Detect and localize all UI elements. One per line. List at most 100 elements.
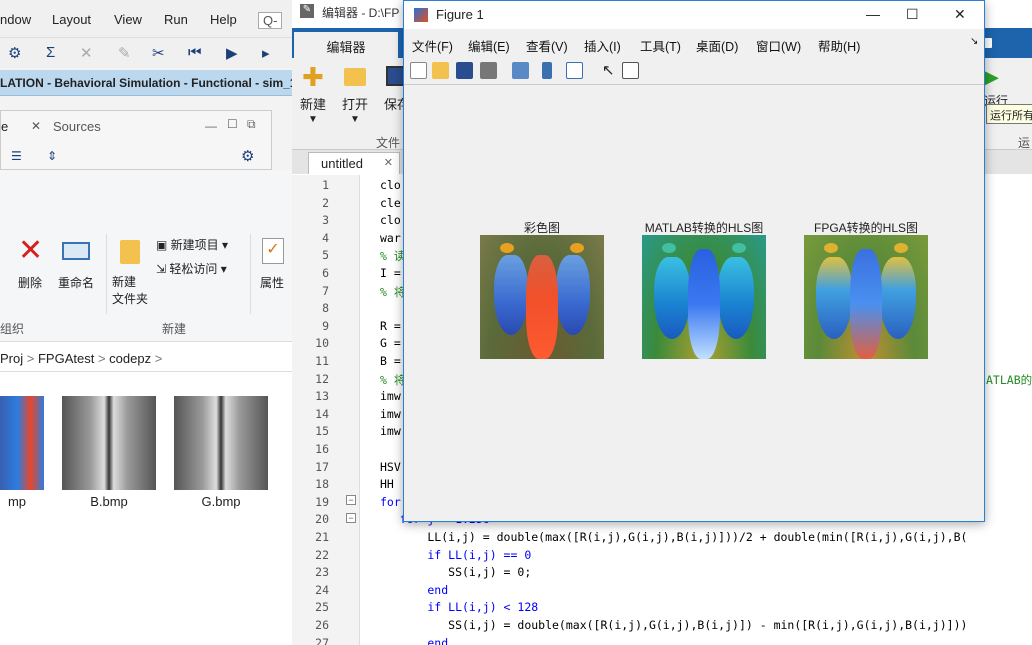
- new-icon[interactable]: ✚: [302, 64, 324, 90]
- code-line[interactable]: B =: [380, 354, 401, 368]
- minimize-icon[interactable]: —: [866, 6, 880, 22]
- code-line[interactable]: imw: [380, 389, 401, 403]
- code-line[interactable]: SS(i,j) = 0;: [372, 565, 531, 579]
- open-button[interactable]: 打开: [342, 94, 368, 113]
- properties-button[interactable]: 属性: [260, 274, 284, 291]
- rename-icon[interactable]: [62, 242, 90, 260]
- menu-tools[interactable]: 工具(T): [640, 36, 681, 55]
- tab-untitled[interactable]: untitled ✕: [308, 152, 400, 174]
- delete-button[interactable]: 删除: [18, 274, 42, 291]
- rename-button[interactable]: 重命名: [58, 274, 94, 291]
- file-thumbnail[interactable]: [174, 396, 268, 490]
- menu-window[interactable]: 窗口(W): [756, 36, 801, 55]
- properties-icon[interactable]: ✓: [262, 238, 284, 264]
- menu-help[interactable]: Help: [210, 12, 237, 27]
- new-figure-icon[interactable]: [410, 62, 427, 79]
- close-icon[interactable]: ✕: [384, 156, 393, 169]
- code-line[interactable]: cle: [380, 196, 401, 210]
- menu-desktop[interactable]: 桌面(D): [696, 36, 738, 55]
- menu-layout[interactable]: Layout: [52, 12, 91, 27]
- menu-help[interactable]: 帮助(H): [818, 36, 860, 55]
- fold-icon[interactable]: −: [346, 495, 356, 505]
- code-line[interactable]: I =: [380, 266, 401, 280]
- code-line[interactable]: HSV: [380, 460, 401, 474]
- chevron-down-icon[interactable]: ▼: [350, 114, 360, 125]
- delete-icon[interactable]: ✕: [18, 236, 43, 266]
- code-line[interactable]: LL(i,j) = double(max([R(i,j),G(i,j),B(i,…: [372, 530, 967, 544]
- code-line[interactable]: SS(i,j) = double(max([R(i,j),G(i,j),B(i,…: [372, 618, 967, 632]
- close-icon[interactable]: ✕: [954, 6, 966, 23]
- sigma-icon[interactable]: Σ: [46, 44, 55, 61]
- menu-view[interactable]: View: [114, 12, 142, 27]
- run-icon[interactable]: ▶: [226, 44, 238, 62]
- panel-tab-sources[interactable]: Sources: [53, 119, 101, 134]
- file-thumbnail[interactable]: [0, 396, 44, 490]
- save-icon[interactable]: [456, 62, 473, 79]
- breadcrumb-item[interactable]: codepz: [109, 351, 151, 366]
- maximize-icon[interactable]: ☐: [906, 6, 919, 23]
- tab-editor[interactable]: 编辑器: [294, 32, 398, 58]
- colorbar-icon[interactable]: [542, 62, 552, 79]
- settings-icon[interactable]: ⚙: [241, 147, 254, 165]
- code-line[interactable]: if LL(i,j) < 128: [372, 600, 538, 614]
- line-gutter: − − 1 2 3 4 5 6 7 8 9 10 11 12 13 14 15 16 17 18 19 20 21 22 2…: [292, 175, 360, 645]
- menu-file[interactable]: 文件(F): [412, 36, 453, 55]
- menu-view[interactable]: 查看(V): [526, 36, 568, 55]
- new-item-button[interactable]: ▣ 新建项目 ▾: [156, 236, 228, 253]
- tools-icon[interactable]: ✕: [80, 44, 93, 62]
- code-line[interactable]: % 将: [380, 372, 405, 388]
- code-line[interactable]: end: [372, 636, 448, 645]
- file-name[interactable]: B.bmp: [62, 494, 156, 509]
- menu-insert[interactable]: 插入(I): [584, 36, 621, 55]
- code-line[interactable]: R =: [380, 319, 401, 333]
- gear-icon[interactable]: ⚙: [8, 44, 21, 62]
- code-line[interactable]: war: [380, 231, 401, 245]
- code-line[interactable]: clo: [380, 178, 401, 192]
- open-icon[interactable]: [344, 68, 366, 86]
- code-line[interactable]: % 读: [380, 248, 405, 264]
- new-folder-button[interactable]: 新建 文件夹: [112, 274, 148, 308]
- new-button[interactable]: 新建: [300, 94, 326, 113]
- panel-tab-active[interactable]: e: [1, 119, 8, 134]
- collapse-icon[interactable]: ☰: [11, 149, 22, 163]
- restart-icon[interactable]: ⏮: [188, 44, 202, 61]
- close-icon[interactable]: ✕: [31, 119, 41, 133]
- link-icon[interactable]: [512, 62, 529, 79]
- new-folder-icon[interactable]: [120, 240, 140, 264]
- breadcrumb-item[interactable]: FPGAtest: [38, 351, 94, 366]
- restore-icon[interactable]: ☐: [227, 117, 238, 131]
- code-line[interactable]: for: [380, 495, 401, 509]
- code-line[interactable]: G =: [380, 336, 401, 350]
- file-name[interactable]: G.bmp: [174, 494, 268, 509]
- breadcrumb-item[interactable]: Proj: [0, 351, 23, 366]
- code-line[interactable]: clo: [380, 213, 401, 227]
- menu-edit[interactable]: 编辑(E): [468, 36, 510, 55]
- code-line[interactable]: HH: [380, 477, 394, 491]
- code-line[interactable]: if LL(i,j) == 0: [372, 548, 531, 562]
- chevron-down-icon[interactable]: ▼: [308, 114, 318, 125]
- code-line[interactable]: % 将: [380, 284, 405, 300]
- cut-icon[interactable]: ✂: [152, 44, 165, 62]
- code-line[interactable]: imw: [380, 424, 401, 438]
- property-editor-icon[interactable]: [622, 62, 639, 79]
- minimize-icon[interactable]: —: [205, 119, 217, 133]
- code-line[interactable]: imw: [380, 407, 401, 421]
- pointer-icon[interactable]: ↖: [602, 61, 615, 79]
- file-name[interactable]: mp: [0, 494, 64, 509]
- file-thumbnail[interactable]: [62, 396, 156, 490]
- open-icon[interactable]: [432, 62, 449, 79]
- float-icon[interactable]: ⧉: [247, 117, 256, 132]
- legend-icon[interactable]: [566, 62, 583, 79]
- menu-run[interactable]: Run: [164, 12, 188, 27]
- dock-icon[interactable]: ↘: [970, 36, 978, 47]
- menu-window[interactable]: ndow: [0, 12, 31, 27]
- print-icon[interactable]: [480, 62, 497, 79]
- pencil-icon[interactable]: ✎: [118, 44, 131, 62]
- breadcrumb[interactable]: Proj > FPGAtest > codepz >: [0, 346, 292, 372]
- easy-access-button[interactable]: ⇲ 轻松访问 ▾: [156, 260, 227, 277]
- expand-icon[interactable]: ⇕: [47, 149, 57, 163]
- search-input[interactable]: Q-: [258, 12, 283, 29]
- fold-icon[interactable]: −: [346, 513, 356, 523]
- step-icon[interactable]: ▸: [262, 44, 270, 62]
- code-line[interactable]: end: [372, 583, 448, 597]
